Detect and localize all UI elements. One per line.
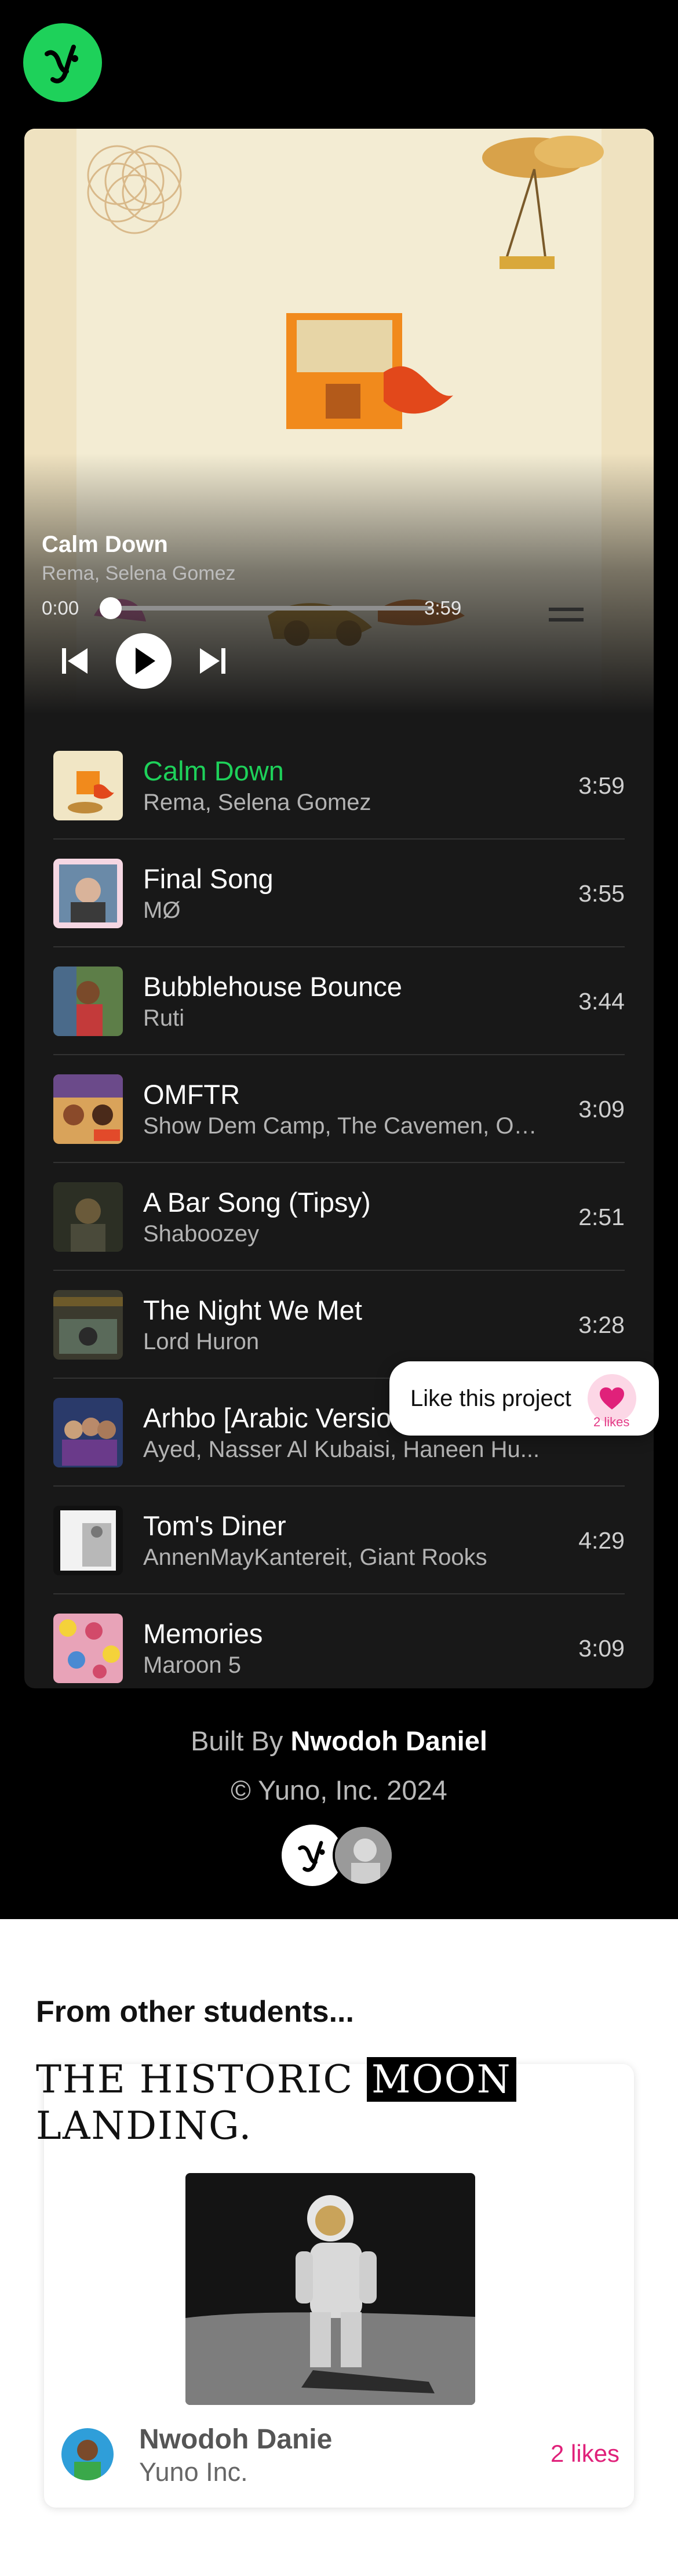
built-by-name[interactable]: Nwodoh Daniel <box>290 1725 487 1756</box>
album-thumbnail <box>53 1182 123 1252</box>
play-icon[interactable] <box>116 633 172 689</box>
track-duration: 3:09 <box>578 1096 625 1122</box>
other-students-heading: From other students... <box>36 1995 354 2029</box>
track-duration: 3:09 <box>578 1635 625 1662</box>
author-avatar[interactable] <box>61 2428 114 2480</box>
playlist-item[interactable]: Calm Down Rema, Selena Gomez 3:59 <box>53 732 625 840</box>
player-card: Calm Down Rema, Selena Gomez 0:00 3:59 C… <box>24 129 654 1688</box>
copyright: © Yuno, Inc. 2024 <box>231 1775 447 1805</box>
project-title-line2: LANDING. <box>36 2103 253 2148</box>
like-count: 2 likes <box>593 1415 630 1429</box>
project-title-line1: THE HISTORIC MOON <box>36 2057 516 2102</box>
like-label: Like this project <box>410 1386 571 1411</box>
playlist: Calm Down Rema, Selena Gomez 3:59 Final … <box>53 732 625 1688</box>
track-artist: MØ <box>143 898 181 923</box>
track-title: Calm Down <box>143 755 284 786</box>
like-project-button[interactable]: Like this project 2 likes <box>389 1361 659 1436</box>
track-duration: 3:28 <box>578 1311 625 1338</box>
progress-track[interactable] <box>111 606 433 611</box>
project-title-text: THE HISTORIC <box>36 2057 353 2102</box>
now-playing-title: Calm Down <box>42 532 168 557</box>
track-duration: 3:55 <box>578 880 625 907</box>
built-by-prefix: Built By <box>191 1725 283 1756</box>
built-by-credit: Built By Nwodoh Daniel <box>0 1725 678 1757</box>
project-like-count[interactable]: 2 likes <box>551 2440 619 2468</box>
moon-landing-image <box>185 2173 475 2405</box>
project-title-highlight: MOON <box>366 2057 516 2102</box>
track-artist: Ruti <box>143 1005 185 1031</box>
track-artist: Rema, Selena Gomez <box>143 790 371 815</box>
album-thumbnail <box>53 751 123 820</box>
playlist-item[interactable]: Tom's Diner AnnenMayKantereit, Giant Roo… <box>53 1487 625 1594</box>
current-time: 0:00 <box>42 597 79 619</box>
yuno-logo-icon[interactable] <box>23 23 102 102</box>
track-title: Tom's Diner <box>143 1510 286 1541</box>
album-thumbnail <box>53 1074 123 1144</box>
music-player-section: Calm Down Rema, Selena Gomez 0:00 3:59 C… <box>0 0 678 1919</box>
playlist-item[interactable]: Bubblehouse Bounce Ruti 3:44 <box>53 947 625 1055</box>
creator-avatar[interactable] <box>333 1825 394 1886</box>
skip-next-icon[interactable] <box>196 644 228 678</box>
track-duration: 3:59 <box>424 597 462 619</box>
playlist-item[interactable]: OMFTR Show Dem Camp, The Cavemen, Ob... … <box>53 1055 625 1163</box>
skip-previous-icon[interactable] <box>59 644 92 678</box>
track-artist: Lord Huron <box>143 1329 260 1354</box>
track-title: A Bar Song (Tipsy) <box>143 1187 371 1218</box>
track-title: The Night We Met <box>143 1295 362 1325</box>
track-title: Bubblehouse Bounce <box>143 971 402 1002</box>
album-thumbnail <box>53 1614 123 1683</box>
track-duration: 4:29 <box>578 1527 625 1554</box>
track-title: Memories <box>143 1618 263 1649</box>
track-artist: Maroon 5 <box>143 1652 241 1678</box>
album-thumbnail <box>53 967 123 1036</box>
track-duration: 2:51 <box>578 1204 625 1230</box>
track-title: Arhbo [Arabic Version] <box>143 1403 414 1433</box>
track-artist: Shaboozey <box>143 1221 260 1247</box>
author-organization: Yuno Inc. <box>139 2457 248 2487</box>
track-duration: 3:59 <box>578 772 625 799</box>
album-thumbnail <box>53 1398 123 1467</box>
playlist-item[interactable]: A Bar Song (Tipsy) Shaboozey 2:51 <box>53 1163 625 1271</box>
author-name: Nwodoh Danie <box>139 2424 333 2455</box>
album-thumbnail <box>53 1290 123 1360</box>
progress-handle[interactable] <box>100 597 122 619</box>
track-artist: Ayed, Nasser Al Kubaisi, Haneen Hu... <box>143 1437 540 1462</box>
playlist-item[interactable]: Final Song MØ 3:55 <box>53 840 625 947</box>
track-artist: Show Dem Camp, The Cavemen, Ob... <box>143 1113 543 1139</box>
track-duration: 3:44 <box>578 988 625 1015</box>
album-thumbnail <box>53 1506 123 1575</box>
playlist-item[interactable]: Memories Maroon 5 3:09 <box>53 1594 625 1688</box>
track-title: OMFTR <box>143 1079 240 1110</box>
track-artist: AnnenMayKantereit, Giant Rooks <box>143 1545 487 1570</box>
now-playing-artist: Rema, Selena Gomez <box>42 562 236 584</box>
album-art-hero: Calm Down Rema, Selena Gomez 0:00 3:59 <box>24 129 654 714</box>
album-thumbnail <box>53 859 123 928</box>
track-title: Final Song <box>143 863 274 894</box>
